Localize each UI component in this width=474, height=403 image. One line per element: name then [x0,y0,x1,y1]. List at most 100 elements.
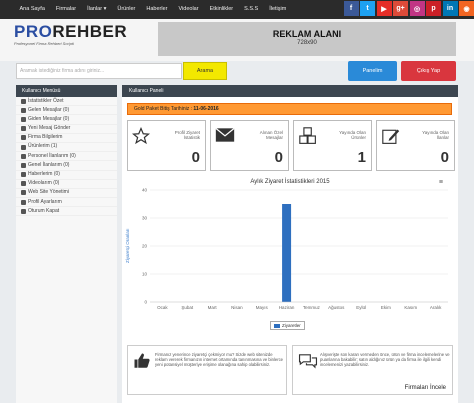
pinterest-icon[interactable]: p [426,1,441,16]
x-tick-label: Aralık [430,305,442,310]
stat-value: 0 [191,149,200,166]
sidebar-item-label: Firma Bilgilerim [28,134,63,141]
stat-value: 0 [440,149,449,166]
menu-item-icon [21,181,26,187]
logout-button-label: Çıkış Yap [416,68,441,74]
nav-item[interactable]: Videolar [173,0,204,19]
stat-value: 0 [274,149,283,166]
stat-card-products[interactable]: Yayında Olan Ürünler 1 [293,120,372,171]
menu-item-icon [21,162,26,168]
google-plus-icon[interactable]: g+ [393,1,408,16]
stat-label: Alınan Özel Mesajlar [259,130,283,140]
logo-part-1: PRO [14,22,53,41]
logo-tagline: Profesyonel Firma Rehberi Scripti [14,41,74,46]
site-logo[interactable]: PROREHBER Profesyonel Firma Rehberi Scri… [14,23,127,46]
sidebar-item[interactable]: Oturum Kapat [16,207,117,217]
search-button[interactable]: Arama [183,62,227,80]
menu-item-icon [21,190,26,196]
nav-item[interactable]: Haberler [141,0,173,19]
twitter-icon[interactable]: t [360,1,375,16]
nav-item[interactable]: Ana Sayfa [14,0,50,19]
instagram-icon[interactable]: ◎ [409,1,425,16]
nav-item[interactable]: İletişim [264,0,292,19]
reviews-info-box: Alışverişte son kararı vermeden önce, ür… [292,345,453,395]
ad-size: 728x90 [297,40,317,46]
y-tick-label: 30 [142,216,148,221]
cubes-icon [299,127,316,144]
nav-item[interactable]: Firmalar [50,0,81,19]
menu-item-icon [21,116,26,122]
user-sidebar: Kullanıcı Menüsü İstatistikler Özet Gelen… [16,85,117,403]
alert-label: Gold Paket Bitiş Tarihiniz : [134,106,192,112]
linkedin-icon[interactable]: in [442,1,458,16]
x-tick-label: Şubat [181,305,194,310]
bar [282,204,292,302]
stat-label: Yayında Olan İlanlar [422,130,449,140]
ad-banner[interactable]: REKLAM ALANI 728x90 [158,22,456,56]
x-tick-label: Ekim [381,305,391,310]
sidebar-item-label: Haberlerim (0) [28,171,60,177]
sidebar-title: Kullanıcı Menüsü [16,85,117,97]
nav-item[interactable]: İlanlar ▾ [82,0,112,19]
menu-item-icon [21,107,26,113]
legend-swatch [274,323,280,328]
top-navbar: Ana Sayfa Firmalar İlanlar ▾ Ürünler Haberle… [0,0,474,19]
x-tick-label: Haziran [279,305,295,310]
x-tick-label: Ocak [157,305,168,310]
reviews-text: Alışverişte son kararı vermeden önce, ür… [320,352,450,367]
menu-item-icon [21,208,26,214]
envelope-icon [215,127,235,142]
facebook-icon[interactable]: f [343,1,359,16]
menu-item-icon [21,98,26,104]
panel-title-text: Kullanıcı Paneli [129,88,164,94]
thumbs-up-icon [134,353,150,368]
package-expiry-alert: Gold Paket Bitiş Tarihiniz : 11-06-2016 [127,103,452,115]
stat-card-listings[interactable]: Yayında Olan İlanlar 0 [376,120,455,171]
sidebar-item-label: Profil Ayarlarım [28,198,62,205]
user-panel: Kullanıcı Paneli Gold Paket Bitiş Tarihi… [122,85,458,403]
sidebar-items: İstatistikler Özet Gelen Mesajlar (0) Gide… [16,97,117,217]
y-tick-label: 20 [142,244,148,249]
advertise-text: Firmanız yenerince ziyaretçi çekmiyor mu… [155,352,284,367]
panel-button[interactable]: Panelim [348,61,397,81]
menu-item-icon [21,135,26,141]
logo-part-2: REHBER [52,22,128,41]
sidebar-item-label: Videolarım (0) [28,180,60,187]
chart-legend[interactable]: Ziyaretler [270,321,305,330]
advertise-info-box: Firmanız yenerince ziyaretçi çekmiyor mu… [127,345,287,395]
search-input[interactable]: Aramak istediğiniz firma adını giriniz..… [16,63,182,79]
x-tick-label: Ağustos [328,305,345,310]
sidebar-item-label: Gelen Mesajlar (0) [28,106,70,113]
stat-label: Profil Ziyaret İstatistik [174,130,200,140]
y-tick-label: 10 [142,272,148,277]
sidebar-title-text: Kullanıcı Menüsü [22,88,61,94]
x-tick-label: Nisan [231,305,243,310]
sidebar-item-label: İstatistikler Özet [28,97,64,104]
comments-icon [298,354,318,369]
nav-item[interactable]: Etkinlikler [204,0,239,19]
menu-item-icon [21,153,26,159]
x-tick-label: Temmuz [303,305,321,310]
stat-card-messages[interactable]: Alınan Özel Mesajlar 0 [210,120,289,171]
stat-card-profile-visits[interactable]: Profil Ziyaret İstatistik 0 [127,120,206,171]
y-tick-label: 40 [142,188,148,193]
youtube-icon[interactable]: ▶ [376,1,392,16]
sidebar-item-label: Yeni Mesaj Gönder [28,125,71,132]
sidebar-item-label: Web Site Yönetimi [28,189,69,196]
main-menu: Ana Sayfa Firmalar İlanlar ▾ Ürünler Haberle… [14,0,292,19]
monthly-visits-chart: Aylık Ziyaret İstatistikleri 2015 ≡ Ziya… [122,178,458,338]
stat-value: 1 [357,149,366,166]
menu-item-icon [21,199,26,205]
edit-icon [382,129,400,144]
alert-date: 11-06-2016 [193,106,219,112]
sidebar-item-label: Giden Mesajlar (0) [28,115,70,122]
nav-item[interactable]: S.S.S [239,0,264,19]
nav-item[interactable]: Ürünler [112,0,141,19]
sidebar-item-label: Genel İlanlarım (0) [28,161,70,168]
browse-companies-link[interactable]: Firmaları İncele [405,385,446,391]
ad-title: REKLAM ALANI [272,29,342,39]
panel-title: Kullanıcı Paneli [122,85,458,97]
logout-button[interactable]: Çıkış Yap [401,61,456,81]
chart-svg: 0 10 20 30 40 Ocak Şubat Mart Nisan Mayıs Haziran T… [142,188,448,310]
rss-icon[interactable]: ◉ [459,1,474,16]
